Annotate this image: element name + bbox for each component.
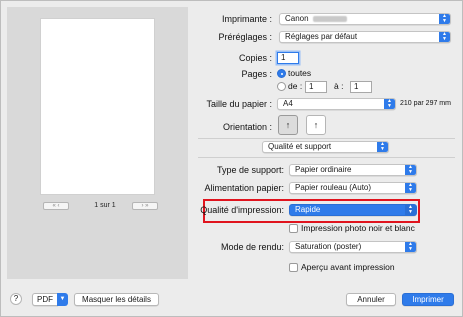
printer-label: Imprimante :: [221, 14, 272, 24]
copies-input[interactable]: 1: [277, 52, 299, 64]
pages-all-radio[interactable]: [277, 69, 286, 78]
panel-popup[interactable]: Qualité et support ▲ ▼: [262, 141, 389, 153]
render-mode-value: Saturation (poster): [295, 242, 362, 251]
panel-value: Qualité et support: [268, 142, 332, 151]
printer-model-redacted: [312, 15, 347, 22]
cancel-button[interactable]: Annuler: [346, 293, 396, 306]
quality-label: Qualité d'impression:: [200, 205, 284, 215]
bw-photo-label: Impression photo noir et blanc: [301, 223, 415, 233]
pages-label: Pages :: [241, 69, 272, 79]
paper-dimensions: 210 par 297 mm: [400, 100, 451, 107]
presets-label: Préréglages :: [218, 32, 272, 42]
printer-value: Canon: [285, 14, 309, 23]
bw-photo-checkbox[interactable]: [289, 224, 298, 233]
paper-source-label: Alimentation papier:: [204, 183, 284, 193]
chevron-updown-icon: ▲ ▼: [377, 142, 388, 152]
pdf-button[interactable]: PDF: [32, 293, 58, 306]
print-dialog: « ‹ 1 sur 1 › » Imprimante : Canon ▲ ▼ Pr…: [0, 0, 463, 317]
printer-popup[interactable]: Canon ▲ ▼: [279, 13, 451, 25]
pager-next-group: › »: [132, 202, 158, 210]
chevron-updown-icon: ▲ ▼: [384, 99, 395, 109]
quality-value: Rapide: [295, 205, 321, 214]
paper-size-popup[interactable]: A4 ▲ ▼: [277, 98, 396, 110]
render-mode-popup[interactable]: Saturation (poster) ▲ ▼: [289, 241, 417, 253]
quality-popup[interactable]: Rapide ▲ ▼: [289, 204, 417, 216]
paper-size-value: A4: [283, 99, 293, 108]
chevron-updown-icon: ▲ ▼: [405, 242, 416, 252]
chevron-updown-icon: ▲ ▼: [405, 205, 416, 215]
pages-to-input[interactable]: 1: [350, 81, 372, 93]
orientation-label: Orientation :: [222, 122, 272, 132]
chevron-updown-icon: ▲ ▼: [439, 32, 450, 42]
chevron-updown-icon: ▲ ▼: [405, 183, 416, 193]
page-counter: 1 sur 1: [94, 202, 116, 209]
portrait-icon: ↑: [285, 120, 291, 130]
orientation-landscape-button[interactable]: ↑: [306, 115, 326, 135]
landscape-icon: ↑: [313, 120, 319, 130]
divider: [198, 157, 455, 158]
pages-all-label: toutes: [288, 68, 312, 78]
paper-source-value: Papier rouleau (Auto): [295, 183, 372, 192]
pages-from-label: de :: [288, 81, 303, 91]
page-preview: [40, 18, 155, 195]
print-button[interactable]: Imprimer: [402, 293, 454, 306]
media-type-value: Papier ordinaire: [295, 165, 352, 174]
media-type-popup[interactable]: Papier ordinaire ▲ ▼: [289, 164, 417, 176]
help-button[interactable]: ?: [10, 293, 22, 305]
presets-popup[interactable]: Réglages par défaut ▲ ▼: [279, 31, 451, 43]
orientation-portrait-button[interactable]: ↑: [278, 115, 298, 135]
copies-label: Copies :: [238, 53, 272, 63]
chevron-updown-icon: ▲ ▼: [405, 165, 416, 175]
media-type-label: Type de support:: [216, 165, 284, 175]
divider: [198, 138, 455, 139]
presets-value: Réglages par défaut: [285, 32, 358, 41]
render-mode-label: Mode de rendu:: [220, 242, 284, 252]
hide-details-button[interactable]: Masquer les détails: [74, 293, 159, 306]
paper-size-label: Taille du papier :: [206, 99, 272, 109]
pages-to-label: à :: [334, 81, 344, 91]
pages-range-radio[interactable]: [277, 82, 286, 91]
pages-from-input[interactable]: 1: [305, 81, 327, 93]
preview-checkbox[interactable]: [289, 263, 298, 272]
chevron-updown-icon: ▲ ▼: [439, 14, 450, 24]
pager-prev-group: « ‹: [43, 202, 69, 210]
paper-source-popup[interactable]: Papier rouleau (Auto) ▲ ▼: [289, 182, 417, 194]
first-page-button[interactable]: « ‹: [43, 202, 69, 210]
chevron-down-icon[interactable]: ▼: [57, 293, 68, 306]
preview-check-label: Aperçu avant impression: [301, 262, 395, 272]
next-page-button[interactable]: › »: [132, 202, 158, 210]
